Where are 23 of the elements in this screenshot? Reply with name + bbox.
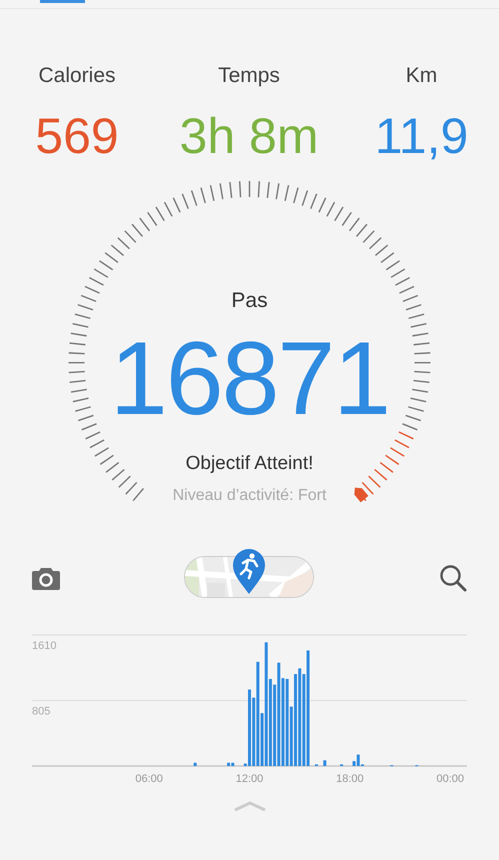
goal-status: Objectif Atteint! <box>186 453 314 475</box>
camera-icon[interactable] <box>32 566 60 590</box>
y-tick-label: 1610 <box>32 640 56 652</box>
stat-value: 11,9 <box>374 107 468 166</box>
x-tick-label: 18:00 <box>336 773 364 785</box>
activity-level: Niveau d’activité: Fort <box>172 487 326 505</box>
gauge-label: Pas <box>231 289 268 313</box>
x-tick-label: 00:00 <box>436 773 464 785</box>
y-tick-label: 805 <box>32 706 50 718</box>
stat-label: Calories <box>38 63 116 89</box>
step-count: 16871 <box>110 320 390 439</box>
tab-indicator <box>40 0 85 3</box>
bar <box>323 760 326 766</box>
stat-label: Temps <box>218 63 280 89</box>
x-tick-label: 06:00 <box>135 773 163 785</box>
search-icon[interactable] <box>439 564 467 592</box>
x-tick-label: 12:00 <box>236 773 264 785</box>
stat-value: 3h 8m <box>180 107 318 166</box>
runner-pin-icon <box>230 547 266 595</box>
bar <box>194 762 197 766</box>
stat-value: 569 <box>35 107 119 166</box>
gauge-marker <box>354 488 368 502</box>
stat-label: Km <box>406 63 438 89</box>
